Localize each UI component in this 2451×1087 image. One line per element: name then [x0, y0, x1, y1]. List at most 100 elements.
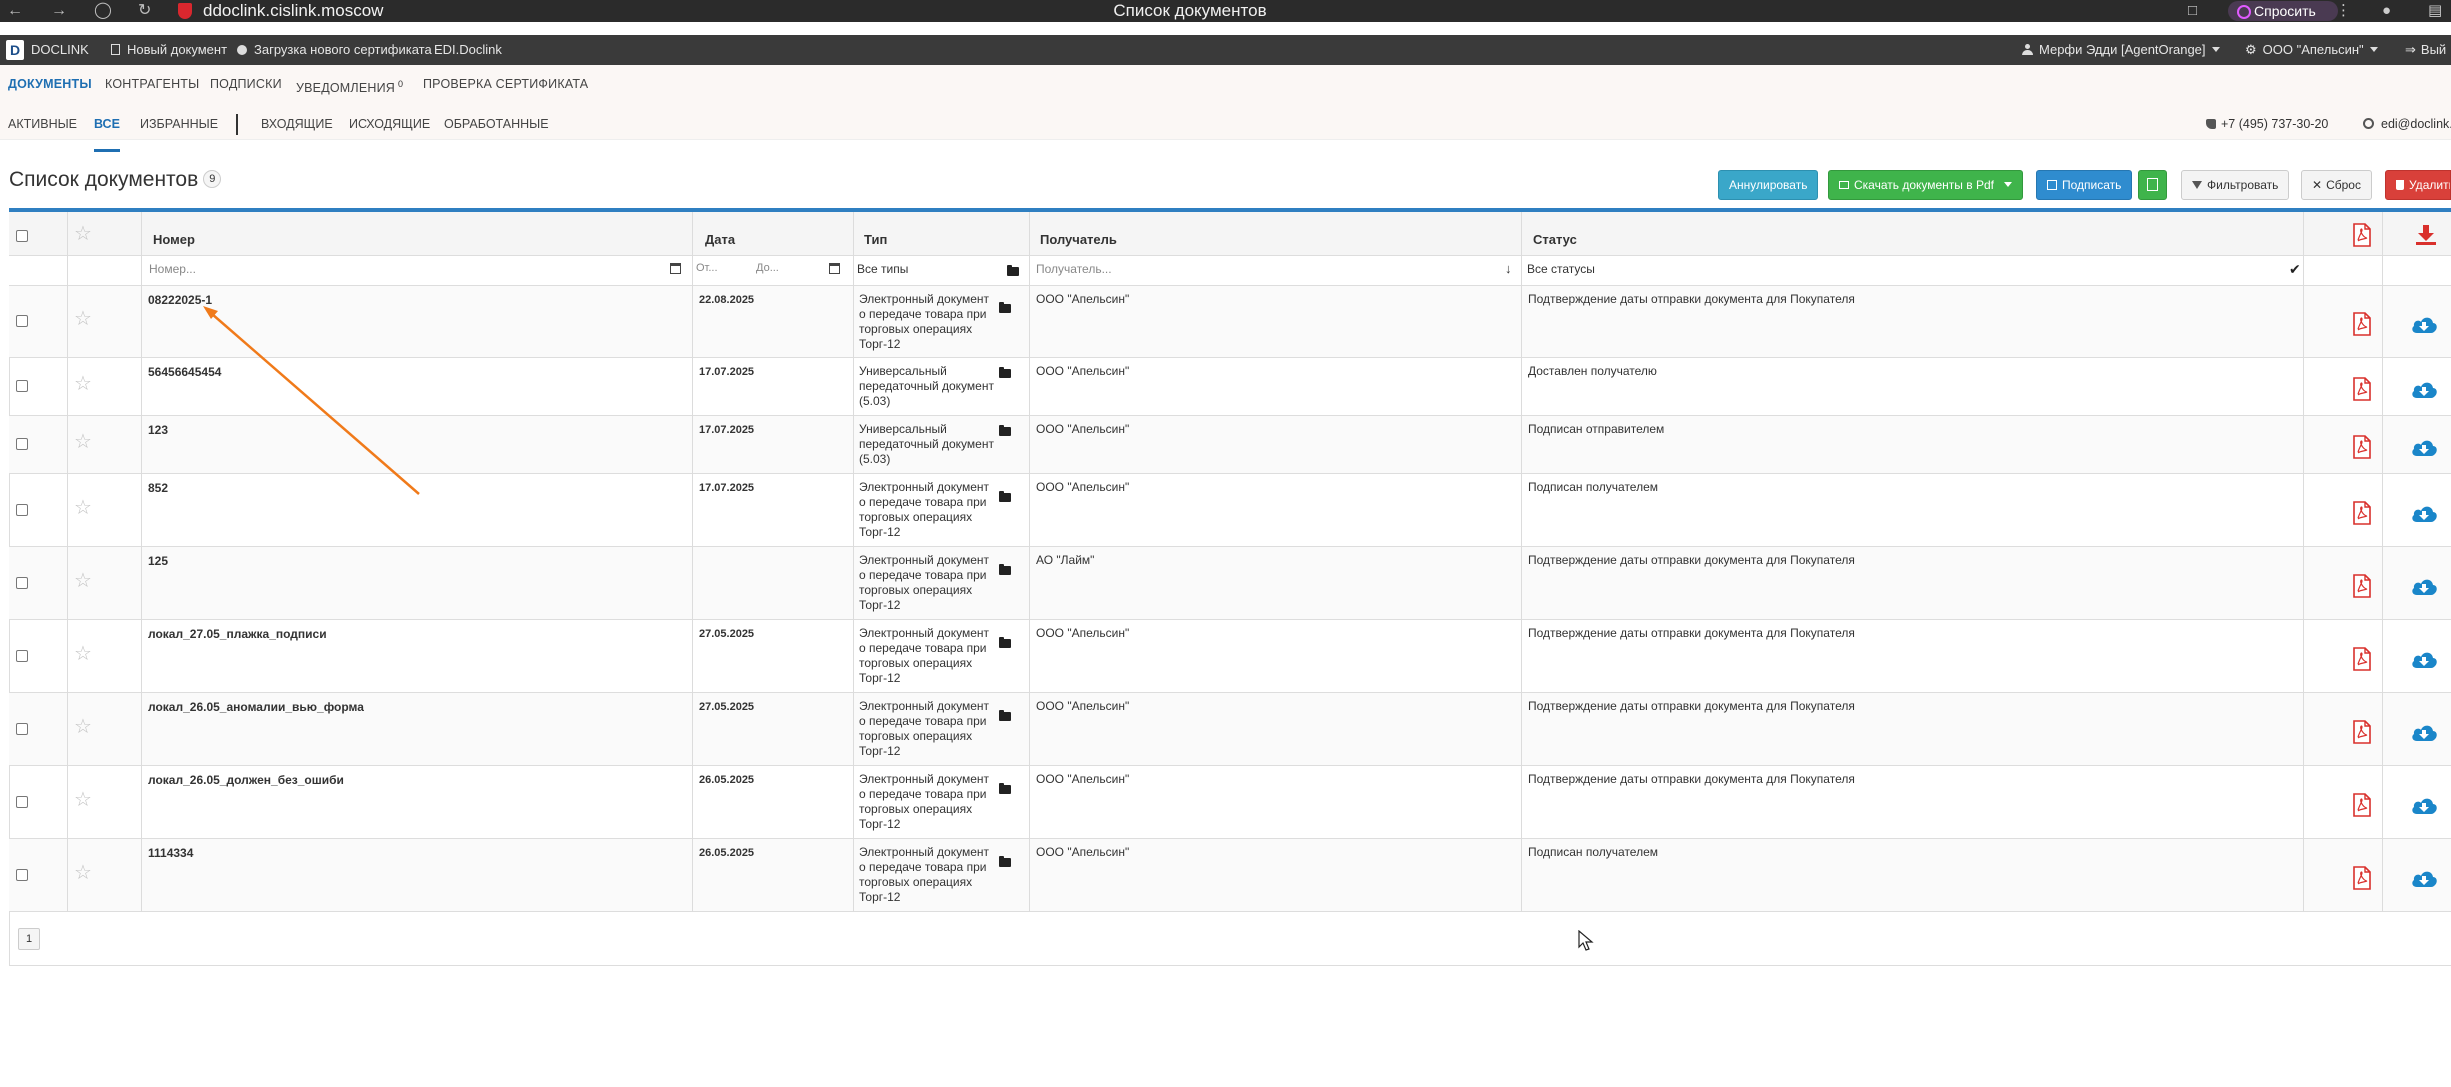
- row-checkbox[interactable]: [16, 650, 28, 662]
- tab-incoming[interactable]: ВХОДЯЩИЕ: [261, 100, 333, 149]
- table-row[interactable]: ☆ 08222025-1 22.08.2025 Электронный докумен…: [9, 286, 2451, 358]
- folder-icon[interactable]: [1007, 265, 1019, 276]
- export-excel-button[interactable]: [2138, 170, 2167, 200]
- column-header-number[interactable]: Номер: [153, 232, 195, 247]
- delete-button[interactable]: Удалить: [2385, 170, 2451, 200]
- pdf-icon[interactable]: [2352, 435, 2372, 459]
- support-email[interactable]: edi@doclink.: [2363, 100, 2451, 149]
- row-checkbox[interactable]: [16, 380, 28, 392]
- reset-button[interactable]: ✕ Сброс: [2301, 170, 2372, 200]
- row-checkbox[interactable]: [16, 796, 28, 808]
- folder-icon[interactable]: [999, 425, 1011, 436]
- table-row[interactable]: ☆ 852 17.07.2025 Электронный документ о пер…: [9, 474, 2451, 547]
- table-row[interactable]: ☆ локал_27.05_плажка_подписи 27.05.2025 Эле…: [9, 620, 2451, 693]
- column-header-recipient[interactable]: Получатель: [1040, 232, 1117, 247]
- row-checkbox[interactable]: [16, 723, 28, 735]
- check-icon[interactable]: ✔: [2289, 261, 2301, 278]
- document-number[interactable]: локал_26.05_аномалии_вью_форма: [148, 700, 364, 714]
- sidebar-icon[interactable]: ▤: [2428, 0, 2442, 22]
- table-row[interactable]: ☆ 125 Электронный документ о передаче това…: [9, 547, 2451, 620]
- download-all-icon[interactable]: [2415, 224, 2437, 246]
- pdf-icon[interactable]: [2352, 647, 2372, 671]
- brand-link[interactable]: DOCLINK: [31, 35, 89, 65]
- calendar-icon[interactable]: [670, 263, 681, 274]
- document-number[interactable]: 123: [148, 423, 168, 437]
- folder-icon[interactable]: [999, 856, 1011, 867]
- ask-button[interactable]: Спросить: [2228, 1, 2338, 21]
- star-icon[interactable]: ☆: [74, 863, 92, 883]
- folder-icon[interactable]: [999, 367, 1011, 378]
- organization-menu[interactable]: ⚙ ООО "Апельсин": [2245, 35, 2378, 65]
- column-header-type[interactable]: Тип: [864, 232, 887, 247]
- star-icon[interactable]: ☆: [74, 432, 92, 452]
- recipient-filter-input[interactable]: Получатель...: [1036, 262, 1112, 276]
- cloud-download-icon[interactable]: [2410, 576, 2438, 596]
- cloud-download-icon[interactable]: [2410, 722, 2438, 742]
- row-checkbox[interactable]: [16, 315, 28, 327]
- folder-icon[interactable]: [999, 637, 1011, 648]
- calendar-icon[interactable]: [829, 263, 840, 274]
- row-checkbox[interactable]: [16, 869, 28, 881]
- star-icon[interactable]: ☆: [74, 309, 92, 329]
- type-filter-select[interactable]: Все типы: [857, 262, 908, 276]
- document-number[interactable]: 852: [148, 481, 168, 495]
- table-row[interactable]: ☆ локал_26.05_аномалии_вью_форма 27.05.202…: [9, 693, 2451, 766]
- pdf-icon[interactable]: [2352, 501, 2372, 525]
- table-row[interactable]: ☆ 56456645454 17.07.2025 Универсальный пере…: [9, 358, 2451, 416]
- download-pdf-button[interactable]: Скачать документы в Pdf: [1828, 170, 2023, 200]
- status-filter-select[interactable]: Все статусы: [1527, 262, 1595, 276]
- user-menu[interactable]: Мерфи Эдди [AgentOrange]: [2022, 35, 2220, 65]
- folder-icon[interactable]: [999, 564, 1011, 575]
- tab-certificate-check[interactable]: ПРОВЕРКА СЕРТИФИКАТА: [423, 65, 588, 103]
- filter-button[interactable]: Фильтровать: [2181, 170, 2290, 200]
- tab-favorites[interactable]: ИЗБРАННЫЕ: [140, 100, 218, 149]
- cloud-download-icon[interactable]: [2410, 437, 2438, 457]
- pdf-icon[interactable]: [2352, 793, 2372, 817]
- star-icon[interactable]: ☆: [74, 224, 92, 244]
- column-header-status[interactable]: Статус: [1533, 232, 1577, 247]
- tab-documents[interactable]: ДОКУМЕНТЫ: [8, 65, 92, 103]
- star-icon[interactable]: ☆: [74, 644, 92, 664]
- cloud-download-icon[interactable]: [2410, 649, 2438, 669]
- row-checkbox[interactable]: [16, 438, 28, 450]
- document-number[interactable]: локал_26.05_должен_без_ошиби: [148, 773, 344, 787]
- table-row[interactable]: ☆ локал_26.05_должен_без_ошиби 26.05.2025 Э…: [9, 766, 2451, 839]
- document-number[interactable]: локал_27.05_плажка_подписи: [148, 627, 327, 641]
- new-document-link[interactable]: Новый документ: [111, 35, 227, 65]
- document-number[interactable]: 08222025-1: [148, 293, 212, 307]
- number-filter-input[interactable]: Номер...: [149, 262, 196, 276]
- row-checkbox[interactable]: [16, 504, 28, 516]
- document-number[interactable]: 56456645454: [148, 365, 221, 379]
- tab-outgoing[interactable]: ИСХОДЯЩИЕ: [349, 100, 430, 149]
- logout-link[interactable]: ⇒ Вый: [2405, 35, 2446, 65]
- bookmark-icon[interactable]: □: [2188, 0, 2197, 22]
- arrow-down-icon[interactable]: ↓: [1505, 261, 1512, 276]
- folder-icon[interactable]: [999, 491, 1011, 502]
- star-icon[interactable]: ☆: [74, 374, 92, 394]
- star-icon[interactable]: ☆: [74, 571, 92, 591]
- pdf-icon[interactable]: [2352, 377, 2372, 401]
- cloud-download-icon[interactable]: [2410, 868, 2438, 888]
- page-1-button[interactable]: 1: [18, 928, 40, 950]
- cloud-download-icon[interactable]: [2410, 379, 2438, 399]
- tab-all[interactable]: ВСЕ: [94, 100, 120, 152]
- document-number[interactable]: 1114334: [148, 846, 193, 860]
- folder-icon[interactable]: [999, 710, 1011, 721]
- tab-subscriptions[interactable]: ПОДПИСКИ: [210, 65, 282, 103]
- pdf-icon[interactable]: [2352, 866, 2372, 890]
- table-row[interactable]: ☆ 123 17.07.2025 Универсальный передаточный…: [9, 416, 2451, 474]
- sign-button[interactable]: Подписать: [2036, 170, 2133, 200]
- pdf-icon[interactable]: [2352, 312, 2372, 336]
- edi-doclink-link[interactable]: EDI.Doclink: [434, 35, 502, 65]
- tab-active[interactable]: АКТИВНЫЕ: [8, 100, 77, 149]
- profile-icon[interactable]: ●: [2382, 0, 2391, 22]
- star-icon[interactable]: ☆: [74, 790, 92, 810]
- more-vertical-icon[interactable]: ⋮: [2336, 0, 2351, 22]
- folder-icon[interactable]: [999, 302, 1011, 313]
- pdf-icon[interactable]: [2352, 720, 2372, 744]
- tab-processed[interactable]: ОБРАБОТАННЫЕ: [444, 100, 549, 149]
- pdf-all-icon[interactable]: [2352, 223, 2372, 247]
- pdf-icon[interactable]: [2352, 574, 2372, 598]
- cloud-download-icon[interactable]: [2410, 795, 2438, 815]
- row-checkbox[interactable]: [16, 577, 28, 589]
